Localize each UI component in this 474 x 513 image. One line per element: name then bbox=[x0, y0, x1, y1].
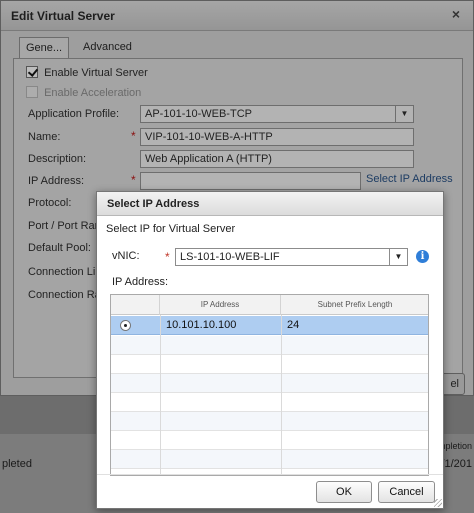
select-ip-address-link[interactable]: Select IP Address bbox=[366, 173, 453, 185]
vnic-required-marker: * bbox=[165, 250, 170, 264]
chevron-down-icon[interactable]: ▼ bbox=[395, 106, 413, 122]
enable-virtual-server-row[interactable]: Enable Virtual Server bbox=[26, 65, 148, 81]
table-row-empty bbox=[111, 450, 428, 469]
description-label: Description: bbox=[28, 153, 87, 165]
name-label: Name: bbox=[28, 131, 61, 143]
dialog-title-bar: Edit Virtual Server × bbox=[1, 1, 473, 31]
row-prefix-length: 24 bbox=[287, 319, 300, 331]
name-input[interactable]: VIP-101-10-WEB-A-HTTP bbox=[140, 128, 414, 146]
dialog-title: Edit Virtual Server bbox=[11, 9, 115, 23]
ip-address-label: IP Address: bbox=[28, 175, 85, 187]
table-header-select bbox=[111, 295, 160, 315]
table-row-empty bbox=[111, 393, 428, 412]
ip-address-input[interactable] bbox=[140, 172, 361, 190]
chevron-down-icon[interactable]: ▼ bbox=[389, 249, 407, 265]
info-icon[interactable]: i bbox=[416, 250, 429, 263]
table-column-divider bbox=[160, 315, 161, 475]
select-ip-address-dialog: Select IP Address Select IP for Virtual … bbox=[96, 191, 444, 509]
table-row-empty bbox=[111, 355, 428, 374]
table-row-empty bbox=[111, 336, 428, 355]
select-ip-subtitle: Select IP for Virtual Server bbox=[106, 223, 236, 235]
table-header-prefix: Subnet Prefix Length bbox=[317, 300, 393, 309]
table-row-empty bbox=[111, 374, 428, 393]
row-radio-button[interactable] bbox=[120, 320, 131, 331]
resize-grip[interactable] bbox=[434, 499, 442, 507]
name-required-marker: * bbox=[131, 129, 136, 143]
application-profile-label: Application Profile: bbox=[28, 108, 120, 120]
application-profile-value: AP-101-10-WEB-TCP bbox=[145, 108, 252, 120]
table-row-empty bbox=[111, 431, 428, 450]
background-status-text: pleted bbox=[2, 458, 32, 470]
ip-address-required-marker: * bbox=[131, 173, 136, 187]
row-ip-address: 10.101.10.100 bbox=[166, 319, 237, 331]
table-row-empty bbox=[111, 412, 428, 431]
protocol-label: Protocol: bbox=[28, 197, 72, 209]
enable-acceleration-row: Enable Acceleration bbox=[26, 85, 141, 101]
tab-advanced[interactable]: Advanced bbox=[77, 37, 138, 59]
dialog-footer: OK Cancel bbox=[97, 474, 443, 508]
ok-button[interactable]: OK bbox=[316, 481, 372, 503]
default-pool-label: Default Pool: bbox=[28, 242, 91, 254]
tab-general[interactable]: Gene... bbox=[19, 37, 69, 59]
table-header: IP Address Subnet Prefix Length bbox=[111, 295, 428, 315]
enable-virtual-server-label: Enable Virtual Server bbox=[44, 67, 148, 79]
table-column-divider bbox=[281, 315, 282, 475]
close-icon[interactable]: × bbox=[449, 7, 463, 22]
ip-address-table: IP Address Subnet Prefix Length 10.101.1… bbox=[110, 294, 429, 476]
enable-virtual-server-checkbox[interactable] bbox=[26, 66, 38, 78]
description-input[interactable]: Web Application A (HTTP) bbox=[140, 150, 414, 168]
table-row[interactable]: 10.101.10.100 24 bbox=[111, 316, 428, 335]
application-profile-select[interactable]: AP-101-10-WEB-TCP ▼ bbox=[140, 105, 414, 123]
select-ip-dialog-title: Select IP Address bbox=[97, 192, 443, 216]
enable-acceleration-checkbox bbox=[26, 86, 38, 98]
cancel-button[interactable]: Cancel bbox=[378, 481, 435, 503]
vnic-select[interactable]: LS-101-10-WEB-LIF ▼ bbox=[175, 248, 408, 266]
vnic-label: vNIC: bbox=[112, 250, 140, 262]
ip-address-section-label: IP Address: bbox=[112, 276, 169, 288]
table-header-ip: IP Address bbox=[160, 295, 281, 315]
vnic-value: LS-101-10-WEB-LIF bbox=[180, 251, 280, 263]
enable-acceleration-label: Enable Acceleration bbox=[44, 87, 142, 99]
